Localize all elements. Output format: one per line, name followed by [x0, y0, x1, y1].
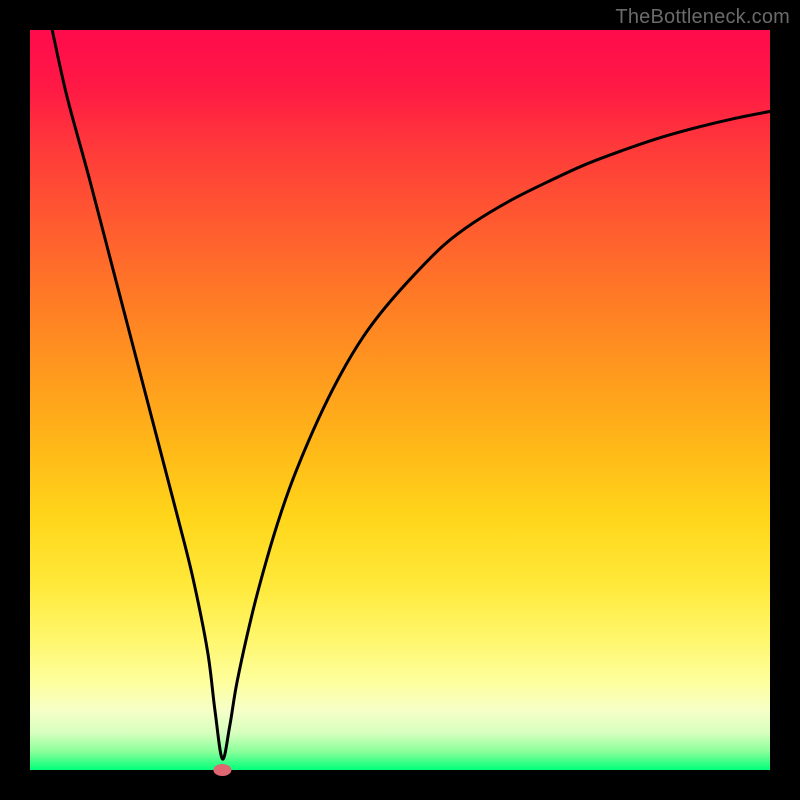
chart-frame: TheBottleneck.com — [0, 0, 800, 800]
bottleneck-curve — [52, 30, 770, 759]
watermark-text: TheBottleneck.com — [615, 6, 790, 29]
minimum-marker — [213, 764, 231, 776]
curve-layer — [30, 30, 770, 770]
plot-area — [30, 30, 770, 770]
